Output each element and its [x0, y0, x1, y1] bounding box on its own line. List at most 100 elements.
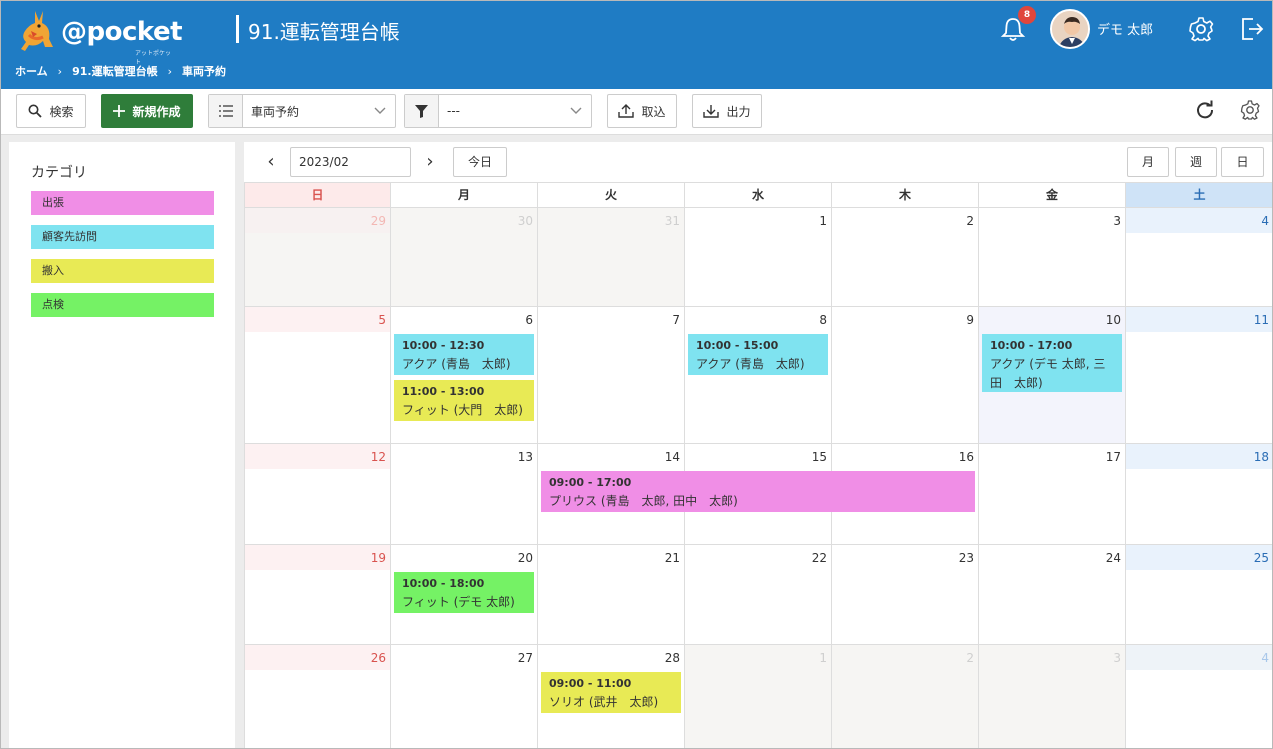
day-cell[interactable]: 11 [1126, 307, 1272, 444]
day-number: 10 [1105, 313, 1121, 327]
calendar: ‹ 2023/02 › 今日 月 週 日 日月火水木金土 29 30 31 1 2 3 4 5 6… [244, 142, 1272, 748]
category-inspection[interactable]: 点検 [31, 293, 214, 317]
calendar-event[interactable]: 10:00 - 15:00 アクア (青島 太郎) [688, 334, 828, 375]
day-cell[interactable]: 4 [1126, 645, 1272, 748]
app-logo[interactable]: @pocket アットポケット [15, 7, 183, 66]
day-cell[interactable]: 3 [979, 645, 1126, 748]
day-cell[interactable]: 1 [685, 645, 832, 748]
category-business-trip[interactable]: 出張 [31, 191, 214, 215]
week-view-button[interactable]: 週 [1175, 147, 1217, 177]
export-button[interactable]: 出力 [692, 94, 762, 128]
day-number: 27 [517, 651, 533, 665]
day-cell[interactable]: 4 [1126, 208, 1272, 307]
day-cell[interactable]: 19 [244, 545, 391, 645]
day-cell[interactable]: 7 [538, 307, 685, 444]
today-button[interactable]: 今日 [453, 147, 507, 177]
day-number: 7 [672, 313, 680, 327]
day-number: 14 [664, 450, 680, 464]
breadcrumb-home[interactable]: ホーム [15, 63, 48, 79]
day-cell[interactable]: 21 [538, 545, 685, 645]
breadcrumb-ledger[interactable]: 91.運転管理台帳 [72, 63, 158, 79]
day-cell[interactable]: 17 [979, 444, 1126, 545]
day-cell[interactable]: 9 [832, 307, 979, 444]
month-view-button[interactable]: 月 [1127, 147, 1169, 177]
day-cell[interactable]: 13 [391, 444, 538, 545]
day-number: 2 [966, 214, 974, 228]
day-cell[interactable]: 26 [244, 645, 391, 748]
day-cell[interactable]: 24 [979, 545, 1126, 645]
avatar[interactable] [1050, 9, 1090, 49]
export-label: 出力 [726, 104, 751, 119]
breadcrumb-separator: › [167, 64, 172, 78]
day-cell[interactable]: 2 [832, 208, 979, 307]
weekday-header-wed: 水 [685, 182, 832, 208]
breadcrumb-separator: › [57, 64, 63, 78]
sunday-band [245, 444, 390, 469]
filter-icon [405, 95, 439, 127]
kangaroo-logo-icon [21, 11, 53, 51]
day-cell[interactable]: 27 [391, 645, 538, 748]
day-cell[interactable]: 1 [685, 208, 832, 307]
weekday-header-sun: 日 [244, 182, 391, 208]
day-cell[interactable]: 3 [979, 208, 1126, 307]
day-number: 21 [664, 551, 680, 565]
event-title: フィット (大門 太郎) [402, 403, 523, 417]
day-number: 19 [370, 551, 386, 565]
calendar-event[interactable]: 10:00 - 12:30 アクア (青島 太郎) [394, 334, 534, 375]
view-select[interactable]: 車両予約 [208, 94, 396, 128]
category-delivery[interactable]: 搬入 [31, 259, 214, 283]
filter-select[interactable]: --- [404, 94, 592, 128]
month-input[interactable]: 2023/02 [290, 147, 411, 177]
category-sidebar: カテゴリ 出張 顧客先訪問 搬入 点検 [9, 142, 235, 748]
calendar-event[interactable]: 10:00 - 17:00 アクア (デモ 太郎, 三田 太郎) [982, 334, 1122, 392]
calendar-event[interactable]: 09:00 - 17:00 プリウス (青島 太郎, 田中 太郎) [541, 471, 975, 512]
day-number: 3 [1113, 651, 1121, 665]
day-cell[interactable]: 12 [244, 444, 391, 545]
day-cell[interactable]: 2 [832, 645, 979, 748]
event-time: 10:00 - 12:30 [402, 339, 485, 352]
category-customer-visit[interactable]: 顧客先訪問 [31, 225, 214, 249]
logo-text: @pocket [61, 17, 183, 47]
day-cell[interactable]: 29 [244, 208, 391, 307]
refresh-icon[interactable] [1194, 99, 1216, 121]
day-view-button[interactable]: 日 [1221, 147, 1264, 177]
event-title: アクア (青島 太郎) [696, 357, 805, 371]
calendar-event[interactable]: 09:00 - 11:00 ソリオ (武井 太郎) [541, 672, 681, 713]
gear-icon[interactable] [1239, 99, 1261, 121]
day-cell[interactable]: 30 [391, 208, 538, 307]
calendar-event[interactable]: 11:00 - 13:00 フィット (大門 太郎) [394, 380, 534, 421]
day-cell[interactable]: 22 [685, 545, 832, 645]
new-button[interactable]: 新規作成 [101, 94, 193, 128]
day-number: 15 [811, 450, 827, 464]
event-time: 10:00 - 15:00 [696, 339, 779, 352]
day-cell[interactable]: 23 [832, 545, 979, 645]
search-button[interactable]: 検索 [16, 94, 86, 128]
day-cell[interactable]: 25 [1126, 545, 1272, 645]
prev-month-button[interactable]: ‹ [261, 150, 281, 174]
event-title: プリウス (青島 太郎, 田中 太郎) [549, 494, 738, 508]
plus-icon [113, 105, 126, 117]
search-label: 検索 [49, 104, 74, 119]
weekday-header-thu: 木 [832, 182, 979, 208]
day-number: 20 [517, 551, 533, 565]
import-button[interactable]: 取込 [607, 94, 677, 128]
next-month-button[interactable]: › [420, 150, 440, 174]
day-cell[interactable]: 6 [391, 307, 538, 444]
saturday-band [1126, 208, 1272, 233]
logout-icon[interactable] [1239, 15, 1265, 43]
saturday-band [1126, 307, 1272, 332]
user-name[interactable]: デモ 太郎 [1097, 19, 1153, 38]
chevron-down-icon [365, 107, 395, 115]
day-number: 11 [1253, 313, 1269, 327]
breadcrumb-current: 車両予約 [181, 65, 226, 78]
event-time: 11:00 - 13:00 [402, 385, 485, 398]
calendar-event[interactable]: 10:00 - 18:00 フィット (デモ 太郎) [394, 572, 534, 613]
filter-select-value: --- [447, 104, 460, 118]
day-cell[interactable]: 8 [685, 307, 832, 444]
settings-gear-icon[interactable] [1187, 15, 1215, 43]
day-cell[interactable]: 18 [1126, 444, 1272, 545]
day-cell[interactable]: 31 [538, 208, 685, 307]
day-number: 6 [525, 313, 533, 327]
sunday-band [245, 545, 390, 570]
day-cell[interactable]: 5 [244, 307, 391, 444]
